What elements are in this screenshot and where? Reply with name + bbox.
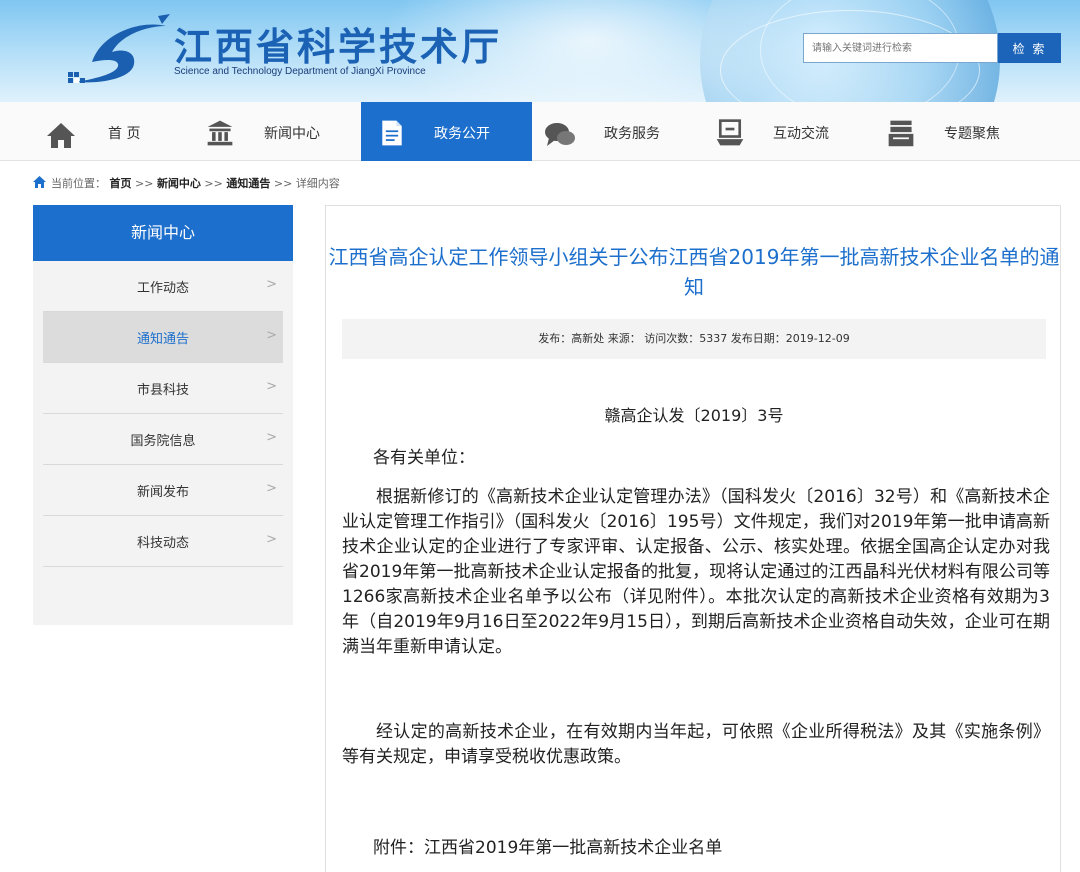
search-input[interactable]	[803, 33, 998, 63]
article-panel: 江西省高企认定工作领导小组关于公布江西省2019年第一批高新技术企业名单的通知 …	[325, 205, 1061, 872]
sidebar-item-work-news[interactable]: 工作动态 >	[43, 261, 283, 312]
sidebar-item-label: 科技动态	[136, 536, 189, 551]
sidebar-item-label: 新闻发布	[136, 485, 189, 500]
nav-label-news: 新闻中心	[264, 126, 320, 142]
breadcrumb-prefix: 当前位置：	[51, 177, 106, 190]
breadcrumb-current: 详细内容	[295, 177, 340, 190]
monitor-icon	[716, 119, 744, 146]
article-meta: 发布：高新处 来源： 访问次数：5337 发布日期：2019-12-09	[342, 319, 1046, 359]
search-button[interactable]: 检 索	[998, 33, 1061, 63]
article-paragraph: 经认定的高新技术企业，在有效期内当年起，可依照《企业所得税法》及其《实施条例》等…	[342, 722, 1050, 767]
chevron-right-icon: >	[266, 532, 277, 547]
nav-label-government-affairs: 政务公开	[434, 126, 490, 142]
article-paragraph: 根据新修订的《高新技术企业认定管理办法》（国科发火〔2016〕32号）和《高新技…	[342, 487, 1050, 657]
breadcrumb-separator: >>	[200, 177, 227, 190]
sidebar-item-label: 国务院信息	[130, 434, 196, 449]
breadcrumb-notice-link[interactable]: 通知通告	[226, 177, 270, 190]
sidebar: 新闻中心 工作动态 > 通知通告 > 市县科技 > 国务院信息 > 新闻发布 >…	[33, 205, 293, 625]
sidebar-item-city-county[interactable]: 市县科技 >	[43, 363, 283, 414]
chevron-right-icon: >	[266, 328, 277, 343]
sidebar-item-state-council[interactable]: 国务院信息 >	[43, 414, 283, 465]
home-icon	[47, 123, 75, 148]
sidebar-item-notices[interactable]: 通知通告 >	[43, 312, 283, 363]
breadcrumb-news-link[interactable]: 新闻中心	[157, 177, 201, 190]
attachment-link[interactable]: 附件：江西省2019年第一批高新技术企业名单	[373, 833, 722, 858]
sidebar-header: 新闻中心	[33, 205, 293, 261]
document-number: 赣高企认发〔2019〕3号	[604, 406, 784, 425]
main-nav	[0, 102, 1080, 161]
logo-icon[interactable]	[62, 12, 172, 92]
breadcrumb-home-link[interactable]: 首页	[110, 177, 132, 190]
site-header: 江西省科学技术厅 Science and Technology Departme…	[0, 0, 1080, 102]
chevron-right-icon: >	[266, 277, 277, 292]
sidebar-item-press-release[interactable]: 新闻发布 >	[43, 465, 283, 516]
salutation: 各有关单位：	[373, 448, 475, 468]
nav-label-topics: 专题聚焦	[944, 126, 1000, 142]
nav-label-interaction: 互动交流	[773, 126, 829, 142]
sidebar-item-tech-news[interactable]: 科技动态 >	[43, 516, 283, 567]
sidebar-item-label: 通知通告	[136, 332, 189, 347]
breadcrumb-separator: >>	[270, 177, 296, 190]
breadcrumb-home-icon	[33, 176, 46, 188]
folder-icon	[888, 120, 914, 147]
nav-label-home: 首 页	[108, 126, 141, 142]
sidebar-item-label: 工作动态	[136, 281, 189, 296]
chevron-right-icon: >	[266, 481, 277, 496]
site-subtitle: Science and Technology Department of Jia…	[174, 66, 426, 77]
chevron-right-icon: >	[266, 379, 277, 394]
article-title: 江西省高企认定工作领导小组关于公布江西省2019年第一批高新技术企业名单的通知	[328, 245, 1060, 299]
chevron-right-icon: >	[266, 430, 277, 445]
building-icon	[207, 120, 233, 146]
site-title: 江西省科学技术厅	[174, 25, 503, 69]
sidebar-item-label: 市县科技	[136, 383, 189, 398]
nav-label-services: 政务服务	[604, 126, 660, 142]
breadcrumb-separator: >>	[131, 177, 157, 190]
breadcrumb: 当前位置： 首页 >> 新闻中心 >> 通知通告 >> 详细内容	[51, 175, 340, 191]
chat-icon	[545, 123, 575, 146]
document-icon	[382, 120, 402, 146]
